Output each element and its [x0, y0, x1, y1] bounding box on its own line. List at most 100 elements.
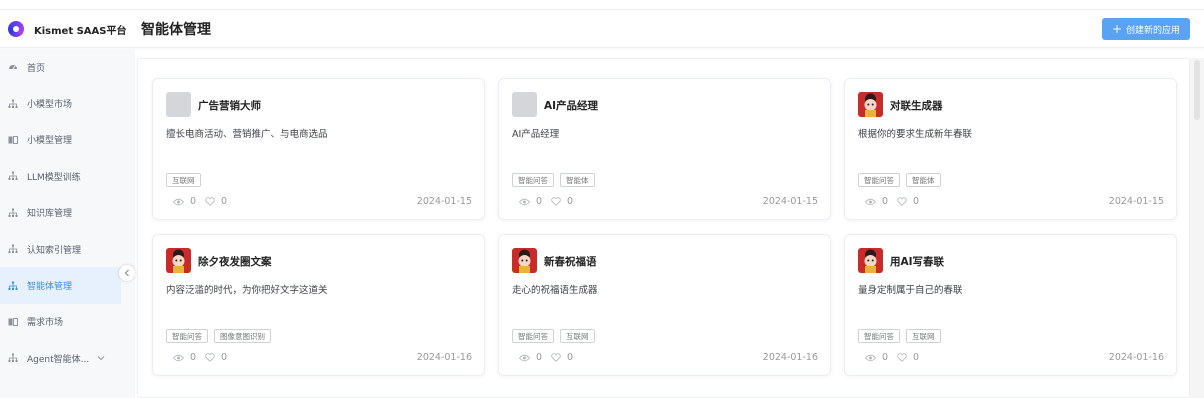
eye-icon: [173, 198, 184, 206]
tree-icon: [8, 244, 18, 254]
dashboard-icon: [8, 62, 18, 72]
sidebar-item-home[interactable]: 首页: [0, 49, 121, 85]
sidebar-item-model-market[interactable]: 小模型市场: [0, 85, 121, 121]
scrollbar-thumb[interactable]: [1194, 60, 1200, 120]
created-date: 2024-01-16: [762, 352, 818, 363]
view-count: 0: [882, 196, 889, 207]
agent-description: 擅长电商活动、营销推广、与电商选品: [166, 129, 328, 140]
created-date: 2024-01-15: [762, 196, 818, 207]
sidebar-item-label: Agent智能体...: [27, 354, 90, 365]
eye-icon: [173, 354, 184, 362]
book-icon: [8, 135, 18, 145]
like-count: 0: [913, 352, 920, 363]
like-count: 0: [221, 352, 228, 363]
sidebar-item-label: 首页: [27, 63, 46, 74]
tag-list: 互联网: [166, 173, 201, 187]
tag-list: 智能问答 互联网: [512, 329, 595, 343]
card-stats: 0 0: [519, 196, 582, 207]
page-title: 智能体管理: [141, 22, 211, 38]
sidebar-item-label: 知识库管理: [27, 209, 73, 220]
tag: 智能问答: [858, 329, 900, 343]
sidebar-item-agent-manage[interactable]: 智能体管理: [0, 267, 121, 304]
sidebar-item-knowledge-base[interactable]: 知识库管理: [0, 195, 121, 231]
card-stats: 0 0: [865, 352, 928, 363]
heart-icon[interactable]: [205, 353, 215, 362]
collapse-sidebar-button[interactable]: [119, 265, 135, 281]
tag-list: 智能问答 图像意图识别: [166, 329, 271, 343]
created-date: 2024-01-15: [1108, 196, 1164, 207]
heart-icon[interactable]: [897, 353, 907, 362]
book-icon: [8, 317, 18, 327]
create-app-label: 创建新的应用: [1126, 25, 1181, 36]
create-app-button[interactable]: + 创建新的应用: [1102, 18, 1190, 40]
agent-name: 广告营销大师: [198, 100, 261, 112]
agent-avatar: [858, 92, 883, 117]
sidebar-item-label: LLM模型训练: [27, 172, 81, 183]
sidebar-item-agent-submenu[interactable]: Agent智能体...: [0, 340, 121, 376]
sidebar-item-cognitive-index[interactable]: 认知索引管理: [0, 231, 121, 267]
main-content: 广告营销大师 擅长电商活动、营销推广、与电商选品 互联网 0 0 2024-01…: [137, 58, 1190, 398]
tag: 智能问答: [166, 329, 208, 343]
agent-card[interactable]: 对联生成器 根据你的要求生成新年春联 智能问答 智能体 0 0 2024-01-…: [844, 78, 1177, 220]
like-count: 0: [221, 196, 228, 207]
tag: 智能问答: [858, 173, 900, 187]
tag-list: 智能问答 智能体: [512, 173, 595, 187]
agent-card[interactable]: 新春祝福语 走心的祝福语生成器 智能问答 互联网 0 0 2024-01-16: [498, 234, 831, 376]
tag: 互联网: [560, 329, 595, 343]
chevron-left-icon: [124, 269, 130, 277]
top-strip: [0, 0, 1204, 10]
agent-name: 用AI写春联: [890, 256, 945, 268]
tag: 智能问答: [512, 329, 554, 343]
tag: 图像意图识别: [214, 329, 271, 343]
agent-name: 除夕夜发圈文案: [198, 256, 272, 268]
agent-card[interactable]: 用AI写春联 量身定制属于自己的春联 智能问答 互联网 0 0 2024-01-…: [844, 234, 1177, 376]
agent-avatar: [512, 248, 537, 273]
tag: 智能体: [906, 173, 941, 187]
tree-icon: [8, 281, 18, 291]
view-count: 0: [190, 352, 197, 363]
created-date: 2024-01-16: [1108, 352, 1164, 363]
agent-card[interactable]: 广告营销大师 擅长电商活动、营销推广、与电商选品 互联网 0 0 2024-01…: [152, 78, 485, 220]
like-count: 0: [567, 196, 574, 207]
app-header: Kismet SAAS平台 智能体管理 + 创建新的应用: [0, 11, 1204, 48]
agent-description: AI产品经理: [512, 129, 560, 140]
vertical-scrollbar[interactable]: [1190, 58, 1204, 398]
sidebar-item-llm-training[interactable]: LLM模型训练: [0, 158, 121, 194]
sidebar-item-label: 需求市场: [27, 318, 64, 329]
heart-icon[interactable]: [205, 197, 215, 206]
view-count: 0: [882, 352, 889, 363]
tree-icon: [8, 171, 18, 181]
agent-description: 走心的祝福语生成器: [512, 285, 598, 296]
sidebar-item-model-manage[interactable]: 小模型管理: [0, 122, 121, 158]
card-stats: 0 0: [173, 352, 236, 363]
agent-description: 内容泛滥的时代，为你把好文字这道关: [166, 285, 328, 296]
sidebar-item-label: 认知索引管理: [27, 245, 82, 256]
agent-name: 新春祝福语: [544, 256, 597, 268]
like-count: 0: [567, 352, 574, 363]
tree-icon: [8, 99, 18, 109]
sidebar: 首页 小模型市场 小模型管理 LLM模型训练 知识库管理 认知索引管理 智能体管…: [0, 49, 135, 398]
tree-icon: [8, 208, 18, 218]
sidebar-item-label: 智能体管理: [27, 282, 73, 293]
tree-icon: [8, 353, 18, 363]
chevron-down-icon: [97, 355, 105, 361]
agent-avatar: [512, 92, 537, 117]
card-stats: 0 0: [865, 196, 928, 207]
brand[interactable]: Kismet SAAS平台: [0, 21, 135, 37]
tag: 智能问答: [512, 173, 554, 187]
agent-card[interactable]: 除夕夜发圈文案 内容泛滥的时代，为你把好文字这道关 智能问答 图像意图识别 0 …: [152, 234, 485, 376]
agent-avatar: [166, 248, 191, 273]
sidebar-item-demand-market[interactable]: 需求市场: [0, 304, 121, 340]
tag: 互联网: [166, 173, 201, 187]
heart-icon[interactable]: [897, 197, 907, 206]
eye-icon: [865, 354, 876, 362]
eye-icon: [519, 198, 530, 206]
sidebar-item-label: 小模型市场: [27, 100, 73, 111]
sidebar-item-label: 小模型管理: [27, 136, 73, 147]
agent-avatar: [166, 92, 191, 117]
agent-card[interactable]: AI产品经理 AI产品经理 智能问答 智能体 0 0 2024-01-15: [498, 78, 831, 220]
agent-description: 量身定制属于自己的春联: [858, 285, 963, 296]
heart-icon[interactable]: [551, 353, 561, 362]
heart-icon[interactable]: [551, 197, 561, 206]
tag-list: 智能问答 智能体: [858, 173, 941, 187]
